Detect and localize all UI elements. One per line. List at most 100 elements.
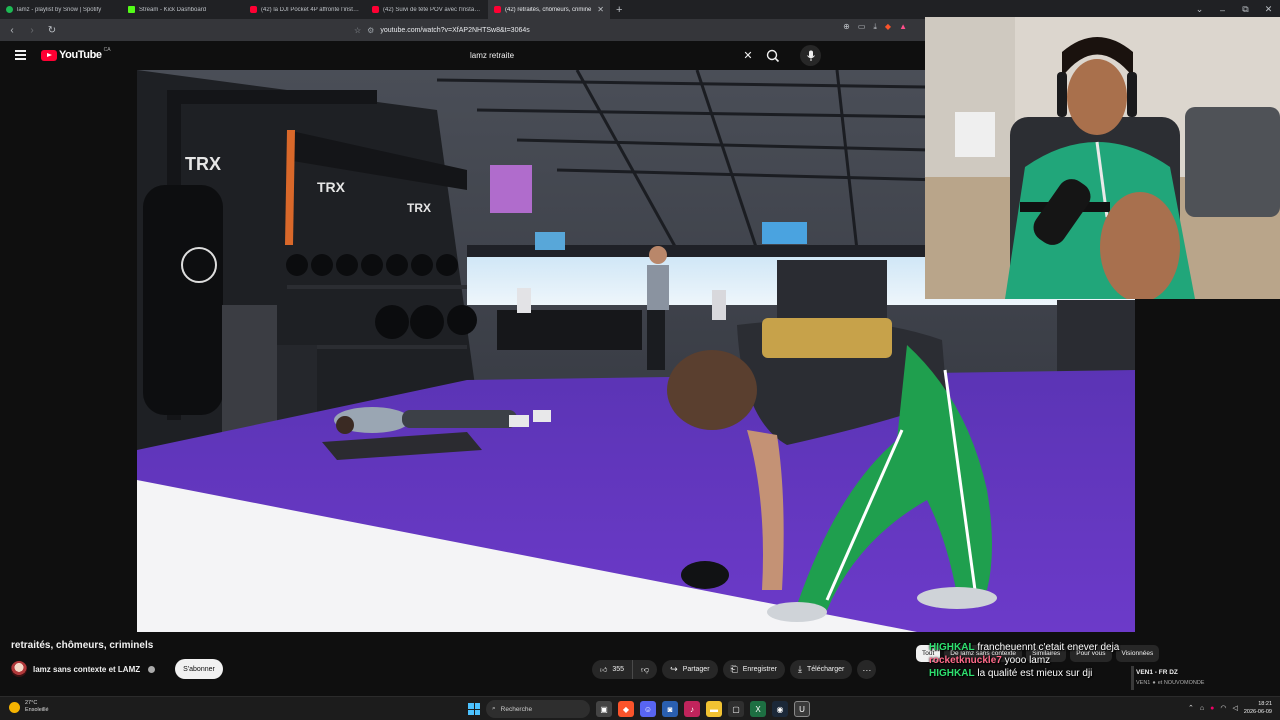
video-thumbnail[interactable] [1131,666,1134,690]
tab-label: Stream - Kick Dashboard [139,6,207,13]
menu-icon[interactable] [15,50,26,60]
like-count: 355 [612,666,625,673]
recommended-title: VEN1 - FR DZ [1136,669,1178,676]
channel-name: et NOUVOMONDE [1157,680,1205,686]
search-icon: ⌕ [492,705,496,712]
share-icon: ↪ [670,664,678,674]
verified-icon: ● [1152,680,1156,686]
tab-label: lamz - playlist by Snow | Spotify [17,6,102,13]
network-icon[interactable]: ⌂ [1200,705,1204,712]
microphone-icon[interactable] [800,45,821,66]
site-info-icon[interactable]: ⚙ [367,26,374,35]
tab-search-icon[interactable]: ⌄ [1188,4,1211,15]
screen: lamz - playlist by Snow | Spotify Stream… [0,0,1280,720]
download-icon: ⤓ [797,664,802,674]
tab-youtube-insta360[interactable]: (42) Suivi de tête POV avec l'Insta360..… [366,0,488,19]
video-title: retraités, chômeurs, criminels [11,640,154,651]
chat-message: HIGHKAL francheuennt c'etait enever deja [929,641,1129,654]
cast-icon[interactable]: ▭ [858,22,866,32]
sun-icon [9,701,20,713]
weather-text: 27°C Ensoleillé [25,700,49,714]
dislike-button[interactable]: 👎︎ [633,660,657,679]
clear-search-icon[interactable]: ✕ [738,49,758,62]
task-view-icon[interactable]: ▣ [596,701,612,717]
tab-kick[interactable]: Stream - Kick Dashboard [122,0,244,19]
country-code: CA [103,47,111,53]
thumbs-up-icon: 👍︎ [600,667,608,674]
chevron-up-icon[interactable]: ⌃ [1188,704,1194,712]
youtube-icon [250,6,257,13]
close-window-button[interactable]: ✕ [1257,4,1280,15]
weather-widget[interactable]: 27°C Ensoleillé [9,700,49,714]
wifi-icon[interactable]: ◠ [1220,704,1226,712]
address-bar[interactable]: ☆ ⚙ youtube.com/watch?v=XfAP2NHTSw8&t=30… [354,22,909,38]
reload-icon[interactable]: ↻ [46,25,58,36]
toolbar-extensions: ⊕ ▭ ⤓ ◆ ▲ [843,22,907,32]
microphone-icon[interactable]: ● [1210,705,1214,712]
svg-text:TRX: TRX [317,179,346,195]
brave-shield-icon[interactable]: ◆ [885,22,891,32]
channel-name[interactable]: lamz sans contexte et LAMZ [33,665,140,674]
forward-icon[interactable]: › [26,25,38,36]
download-label: Télécharger [806,666,845,673]
bookmark-icon[interactable]: ☆ [354,26,361,35]
download-icon[interactable]: ⤓ [873,22,877,32]
chat-text: la qualité est mieux sur dji [977,668,1093,679]
minimize-button[interactable]: – [1211,5,1234,15]
system-tray: ⌃ ⌂ ● ◠ ◁ 18:21 2026-06-09 [1188,700,1272,716]
unreal-icon[interactable]: U [794,701,810,717]
tab-youtube-active[interactable]: (42) retraités, chômeurs, crimine ✕ [488,0,610,19]
search-icon[interactable] [764,47,782,65]
more-actions-button[interactable]: ··· [857,660,877,679]
recommended-channels: VEN1 ● et NOUVOMONDE [1136,680,1276,686]
tab-close-icon[interactable]: ✕ [597,5,604,14]
tab-spotify[interactable]: lamz - playlist by Snow | Spotify [0,0,122,19]
avatar[interactable] [11,661,27,677]
excel-icon[interactable]: X [750,701,766,717]
capcut-icon[interactable]: ▢ [728,701,744,717]
folder-icon[interactable]: ▬ [706,701,722,717]
time: 18:21 [1258,701,1272,707]
like-dislike-group: 👍︎ 355 👎︎ [592,660,658,679]
tab-label: (42) Suivi de tête POV avec l'Insta360..… [383,6,482,13]
speaker-icon[interactable]: ◁ [1232,704,1237,712]
kick-icon [128,6,135,13]
new-tab-button[interactable]: + [610,4,628,16]
discord-icon[interactable]: ☺ [640,701,656,717]
tab-youtube-dji[interactable]: (42) la DJI Pocket 4P affronte l'insta3.… [244,0,366,19]
youtube-logo[interactable]: YouTube CA [41,47,111,61]
recommended-video[interactable]: VEN1 - FR DZ VEN1 ● et NOUVOMONDE [1131,666,1276,690]
weather-condition: Ensoleillé [25,707,49,713]
share-button[interactable]: ↪ Partager [662,660,718,679]
webcam-overlay [925,17,1280,299]
back-icon[interactable]: ‹ [6,25,18,36]
channel-row: lamz sans contexte et LAMZ S'abonner [11,659,223,679]
chat-message: rocketknuckle7 yooo lamz [929,654,1129,667]
zoom-icon[interactable]: ⊕ [843,22,850,32]
steam-icon[interactable]: ◉ [772,701,788,717]
chat-username: HIGHKAL [929,668,975,679]
teams-icon[interactable]: ◙ [662,701,678,717]
like-button[interactable]: 👍︎ 355 [592,660,634,679]
save-button[interactable]: ⎗ Enregistrer [722,660,785,679]
youtube-play-icon [41,49,57,61]
windows-taskbar: 27°C Ensoleillé ⌕ Recherche ▣ ◆ ☺ ◙ ♪ ▬ … [0,696,1280,720]
clock[interactable]: 18:21 2026-06-09 [1244,700,1272,716]
youtube-wordmark: YouTube [59,49,102,61]
chat-text: yooo lamz [1004,655,1051,666]
bookmark-icon: ⎗ [730,664,738,674]
brave-icon[interactable]: ◆ [618,701,634,717]
download-button[interactable]: ⤓ Télécharger [789,660,853,679]
taskbar-apps: ⌕ Recherche ▣ ◆ ☺ ◙ ♪ ▬ ▢ X ◉ U [468,699,810,719]
spotify-icon [6,6,13,13]
chat-message: HIGHKAL la qualité est mieux sur dji [929,667,1129,680]
restore-button[interactable]: ⧉ [1234,4,1257,15]
youtube-icon [372,6,379,13]
subscribe-button[interactable]: S'abonner [175,659,223,679]
channel-name: VEN1 [1136,680,1151,686]
windows-start-icon[interactable] [468,703,480,715]
rewards-icon[interactable]: ▲ [899,22,907,32]
taskbar-search[interactable]: ⌕ Recherche [486,700,590,718]
search-input[interactable]: lamz retraite ✕ [462,44,758,66]
tiktok-icon[interactable]: ♪ [684,701,700,717]
